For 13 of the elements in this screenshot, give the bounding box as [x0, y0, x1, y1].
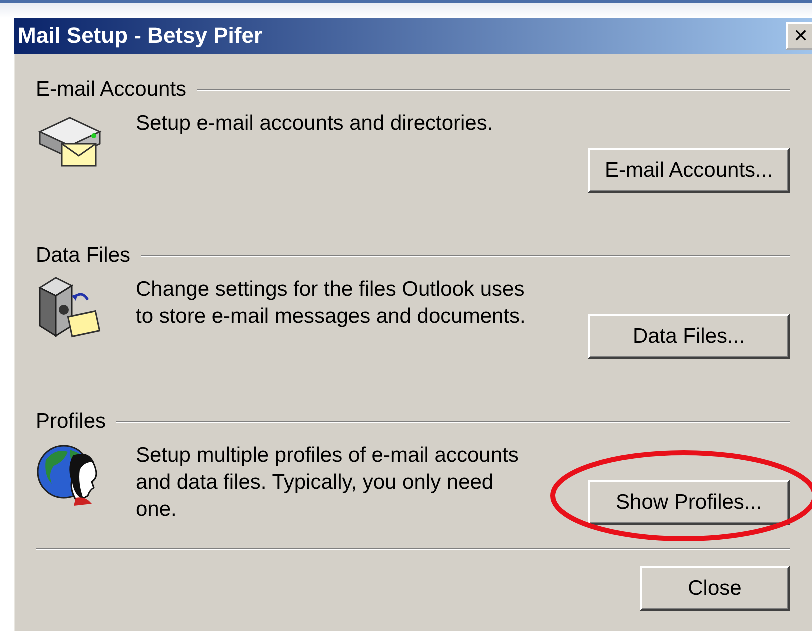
section-button[interactable]: E-mail Accounts...	[588, 148, 790, 193]
section-description: Setup e-mail accounts and directories.	[136, 111, 494, 137]
section-heading: Profiles	[36, 410, 106, 434]
section-button[interactable]: Data Files...	[588, 314, 790, 359]
window-title: Mail Setup - Betsy Pifer	[18, 23, 264, 49]
close-button[interactable]: ✕	[786, 22, 812, 50]
section-heading: E-mail Accounts	[36, 78, 187, 102]
section-heading: Data Files	[36, 244, 131, 268]
file-cabinet-icon	[36, 276, 102, 340]
section-description: Change settings for the files Outlook uses to store e-mail messages and documents.	[136, 277, 527, 330]
section-description: Setup multiple profiles of e-mail accounts and data files. Typically, you only need one.	[136, 443, 520, 523]
section-button[interactable]: Show Profiles...	[588, 480, 790, 525]
close-dialog-button[interactable]: Close	[640, 566, 790, 611]
